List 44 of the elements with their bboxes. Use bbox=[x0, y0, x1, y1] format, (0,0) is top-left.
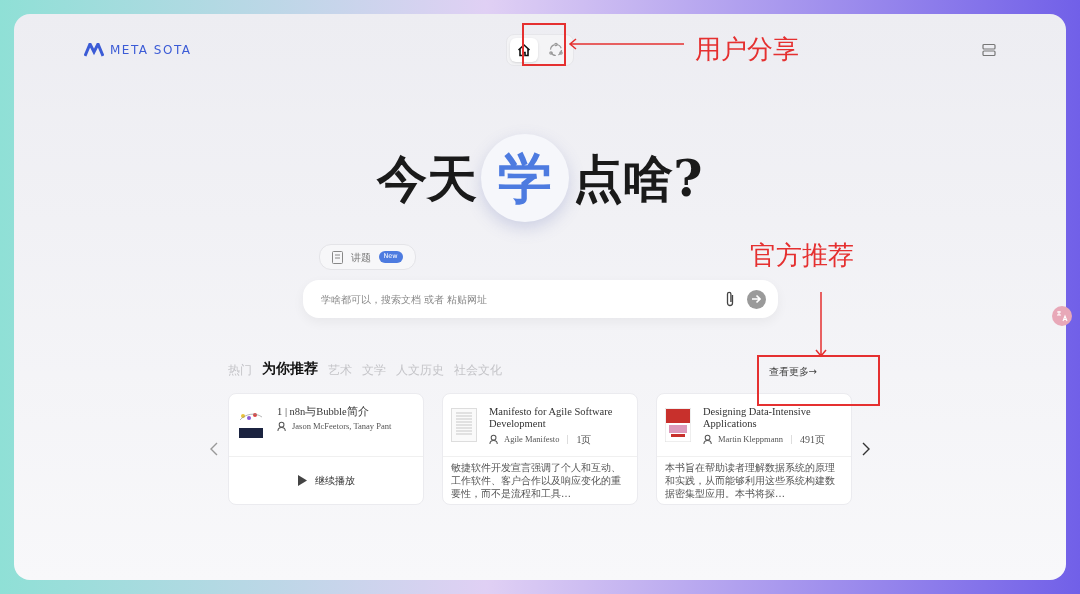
person-icon bbox=[277, 420, 288, 432]
card-author: Agile Manifesto bbox=[504, 433, 560, 446]
continue-play-button[interactable]: 继续播放 bbox=[297, 473, 355, 488]
person-icon bbox=[703, 434, 714, 445]
content-card[interactable]: Designing Data-Intensive Applications Martin Kleppmann 491页 本书旨在帮助读者理解数据系统的原理和实践，从而能够利用这些系统构建数据密集型应用。本书将探… bbox=[656, 393, 852, 505]
annotation-arrow bbox=[815, 292, 827, 358]
card-title: Manifesto for Agile Software Development bbox=[489, 406, 614, 430]
share-circle-icon bbox=[548, 42, 564, 58]
hero-text: 今天 bbox=[377, 147, 478, 210]
menu-icon[interactable] bbox=[982, 43, 996, 57]
content-card[interactable]: 1 | n8n与Bubble简介 Jason McFeetors, Tanay Pant 继续播放 bbox=[228, 393, 424, 505]
logo-icon bbox=[84, 43, 104, 57]
content-card[interactable]: Manifesto for Agile Software Development Agile Manifesto 1页 敏捷软件开发宣言强调了个人和互动、工作软件、客户合作以及响应变化的重要性，而不是流程和工具… bbox=[442, 393, 638, 505]
card-title: Designing Data-Intensive Applications bbox=[703, 406, 812, 430]
paperclip-icon[interactable] bbox=[724, 291, 735, 307]
chevron-right-icon[interactable] bbox=[862, 442, 870, 456]
hero-text: 点啥? bbox=[573, 147, 703, 210]
home-icon bbox=[517, 43, 531, 57]
logo-text: META SOTA bbox=[110, 42, 192, 59]
home-tab[interactable] bbox=[510, 38, 538, 62]
view-more-link[interactable]: 查看更多→ bbox=[768, 364, 817, 379]
search-input[interactable]: 学啥都可以，搜索文档 或者 粘贴网址 bbox=[320, 291, 713, 307]
book-cover-thumbnail bbox=[665, 408, 691, 442]
play-icon bbox=[297, 475, 307, 486]
person-icon bbox=[489, 434, 500, 445]
category-tab[interactable]: 为你推荐 bbox=[262, 358, 318, 379]
card-author: Martin Kleppmann bbox=[718, 433, 783, 446]
hero-highlight: 学 bbox=[481, 134, 570, 222]
page-count: 1页 bbox=[576, 433, 592, 447]
submit-button[interactable] bbox=[746, 289, 766, 309]
card-author: Jason McFeetors, Tanay Pant bbox=[292, 420, 392, 433]
card-summary: 敏捷软件开发宣言强调了个人和互动、工作软件、客户合作以及响应变化的重要性，而不是流程和工具… bbox=[450, 461, 622, 501]
arrow-right-icon bbox=[751, 294, 761, 304]
document-icon bbox=[331, 250, 343, 264]
search-field[interactable]: 学啥都可以，搜索文档 或者 粘贴网址 bbox=[302, 280, 778, 318]
card-summary: 本书旨在帮助读者理解数据系统的原理和实践，从而能够利用这些系统构建数据密集型应用。本书将探… bbox=[664, 461, 836, 501]
chevron-left-icon[interactable] bbox=[210, 442, 218, 456]
annotation-text: 官方推荐 bbox=[750, 239, 854, 272]
annotation-box bbox=[522, 23, 566, 66]
card-title: 1 | n8n与Bubble简介 bbox=[277, 406, 370, 418]
translate-icon[interactable] bbox=[1052, 306, 1072, 326]
annotation-text: 用户分享 bbox=[695, 33, 799, 66]
document-thumbnail bbox=[451, 408, 477, 442]
page-count: 491页 bbox=[799, 433, 825, 447]
